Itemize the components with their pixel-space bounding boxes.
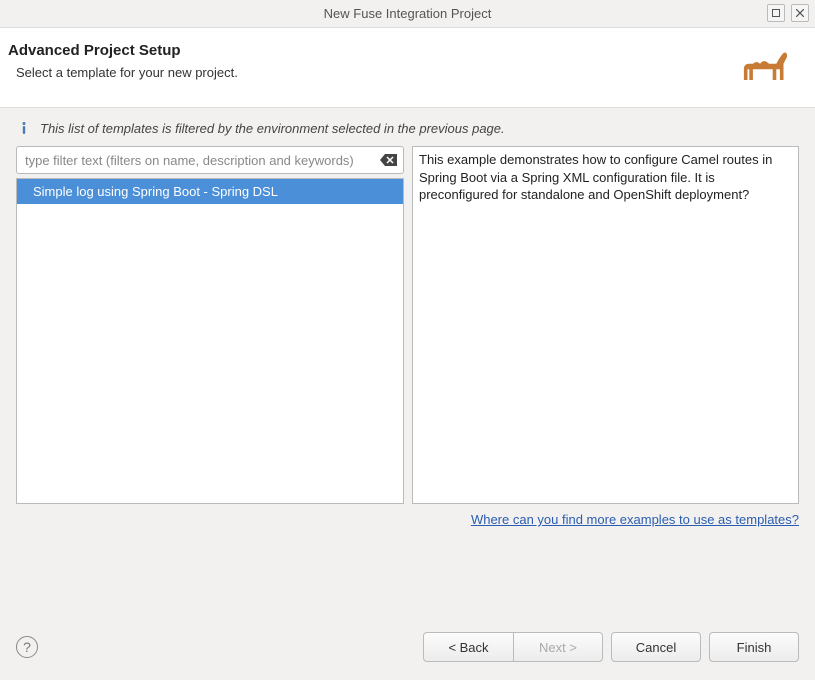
titlebar: New Fuse Integration Project (0, 0, 815, 28)
info-text: This list of templates is filtered by th… (40, 121, 505, 136)
window-title: New Fuse Integration Project (324, 6, 492, 21)
description-panel[interactable]: This example demonstrates how to configu… (412, 146, 799, 504)
close-button[interactable] (791, 4, 809, 22)
camel-icon (738, 44, 793, 89)
template-item[interactable]: Simple log using Spring Boot - Spring DS… (17, 179, 403, 204)
more-examples-link[interactable]: Where can you find more examples to use … (471, 512, 799, 527)
clear-filter-button[interactable] (380, 153, 398, 167)
help-button[interactable]: ? (16, 636, 38, 658)
close-icon (796, 9, 804, 17)
page-title: Advanced Project Setup (8, 42, 238, 59)
finish-button[interactable]: Finish (709, 632, 799, 662)
header-panel: Advanced Project Setup Select a template… (0, 28, 815, 108)
left-column: Simple log using Spring Boot - Spring DS… (16, 146, 404, 504)
back-button[interactable]: < Back (423, 632, 513, 662)
content-row: Simple log using Spring Boot - Spring DS… (0, 146, 815, 504)
clear-tag-icon (380, 153, 398, 167)
cancel-button[interactable]: Cancel (611, 632, 701, 662)
page-subtitle: Select a template for your new project. (8, 65, 238, 80)
maximize-button[interactable] (767, 4, 785, 22)
help-icon: ? (23, 639, 31, 655)
filter-input[interactable] (16, 146, 404, 174)
examples-link-row: Where can you find more examples to use … (0, 504, 815, 527)
info-row: This list of templates is filtered by th… (0, 108, 815, 146)
description-text: This example demonstrates how to configu… (419, 152, 772, 202)
maximize-icon (772, 9, 780, 17)
nav-button-group: < Back Next > (423, 632, 603, 662)
template-list[interactable]: Simple log using Spring Boot - Spring DS… (16, 178, 404, 504)
header-text: Advanced Project Setup Select a template… (4, 42, 238, 80)
info-icon (16, 120, 32, 136)
footer: ? < Back Next > Cancel Finish (0, 618, 815, 680)
window-controls (767, 4, 809, 22)
filter-wrap (16, 146, 404, 174)
next-button[interactable]: Next > (513, 632, 603, 662)
button-row: < Back Next > Cancel Finish (423, 632, 799, 662)
